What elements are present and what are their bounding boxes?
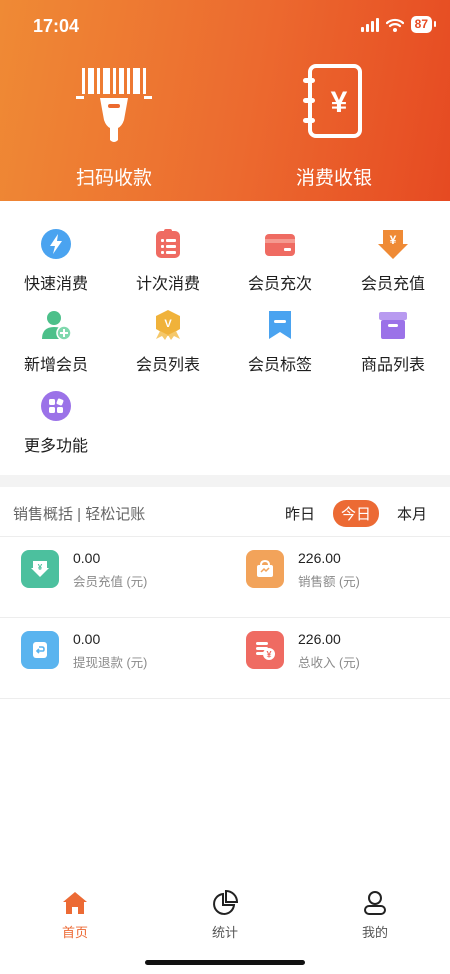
download-arrow-icon: ¥ <box>21 550 59 588</box>
status-indicators: 87 <box>360 16 437 33</box>
add-user-icon <box>42 311 72 341</box>
stat-value: 0.00 <box>73 631 101 647</box>
stat-label: 会员充值 (元) <box>73 575 148 589</box>
consume-cashier-button[interactable]: ¥ 消费收银 <box>254 62 414 190</box>
stats-row: ¥ 0.00 会员充值 (元) 226.00 销售额 (元) <box>0 537 450 618</box>
tab-statistics[interactable]: 统计 <box>185 890 265 941</box>
tab-mine[interactable]: 我的 <box>335 890 415 941</box>
menu-item-label: 会员列表 <box>135 357 200 374</box>
bookmark-icon <box>269 311 291 339</box>
svg-text:¥: ¥ <box>331 86 348 119</box>
svg-text:V: V <box>164 318 172 330</box>
tab-label: 统计 <box>211 925 238 940</box>
scan-payment-button[interactable]: 扫码收款 <box>34 62 194 190</box>
tab-label: 首页 <box>61 925 88 940</box>
header-banner: 17:04 87 扫码收款 ¥ 消费收银 <box>0 0 450 201</box>
shopping-bag-icon <box>246 550 284 588</box>
clipboard-list-icon <box>156 229 180 258</box>
menu-item-member-topup[interactable]: ¥ 会员充值 <box>337 228 449 294</box>
menu-item-more-functions[interactable]: 更多功能 <box>0 390 112 456</box>
range-tab-today[interactable]: 今日 <box>332 500 379 527</box>
svg-text:¥: ¥ <box>38 563 43 572</box>
status-bar: 17:04 87 <box>0 0 450 54</box>
menu-item-add-member[interactable]: 新增会员 <box>0 309 112 375</box>
consume-cashier-label: 消费收银 <box>295 168 372 189</box>
sales-summary-title: 销售概括 | 轻松记账 <box>13 506 146 523</box>
barcode-scanner-icon <box>76 68 152 142</box>
apps-grid-icon <box>41 391 71 421</box>
status-time: 17:04 <box>33 16 80 36</box>
card-icon <box>265 234 295 256</box>
date-range-tabs: 昨日 今日 本月 <box>277 500 435 527</box>
menu-item-label: 快速消费 <box>23 276 88 293</box>
sales-summary-header: 销售概括 | 轻松记账 昨日 今日 本月 <box>0 487 450 537</box>
svg-text:¥: ¥ <box>266 650 271 660</box>
cellular-signal-icon <box>360 17 379 32</box>
stat-label: 提现退款 (元) <box>73 656 148 670</box>
range-tab-this-month[interactable]: 本月 <box>389 500 435 527</box>
menu-item-product-list[interactable]: 商品列表 <box>337 309 449 375</box>
menu-item-label: 计次消费 <box>135 276 200 293</box>
menu-item-label: 会员标签 <box>247 357 312 374</box>
menu-item-count-consume[interactable]: 计次消费 <box>112 228 224 294</box>
stat-value: 226.00 <box>298 550 341 566</box>
yen-ledger-icon: ¥ <box>303 64 362 138</box>
archive-box-icon <box>379 312 407 339</box>
stat-total-income[interactable]: ¥ 226.00 总收入 (元) <box>246 631 360 671</box>
menu-item-label: 更多功能 <box>23 438 88 455</box>
stat-label: 销售额 (元) <box>298 575 360 589</box>
home-icon <box>63 892 87 914</box>
tab-home[interactable]: 首页 <box>35 890 115 941</box>
menu-item-label: 商品列表 <box>360 357 425 374</box>
menu-item-member-recharge-count[interactable]: 会员充次 <box>224 228 336 294</box>
stat-member-recharge[interactable]: ¥ 0.00 会员充值 (元) <box>21 550 147 590</box>
menu-item-label: 会员充次 <box>247 276 312 293</box>
home-indicator[interactable] <box>145 960 305 965</box>
yen-down-arrow-icon: ¥ <box>378 230 408 259</box>
stats-row: 0.00 提现退款 (元) ¥ 226.00 总收入 (元) <box>0 618 450 699</box>
stat-value: 0.00 <box>73 550 101 566</box>
tab-label: 我的 <box>361 925 388 940</box>
menu-item-member-tags[interactable]: 会员标签 <box>224 309 336 375</box>
menu-item-label: 会员充值 <box>360 276 425 293</box>
lightning-icon <box>41 229 71 259</box>
vip-badge-icon: V <box>156 310 180 340</box>
range-tab-yesterday[interactable]: 昨日 <box>277 500 323 527</box>
scan-payment-label: 扫码收款 <box>75 168 152 189</box>
stat-label: 总收入 (元) <box>298 656 360 670</box>
menu-item-member-list[interactable]: V 会员列表 <box>112 309 224 375</box>
stat-value: 226.00 <box>298 631 341 647</box>
refund-icon <box>21 631 59 669</box>
section-divider <box>0 475 450 487</box>
stat-withdraw-refund[interactable]: 0.00 提现退款 (元) <box>21 631 147 671</box>
svg-text:¥: ¥ <box>390 233 397 247</box>
pie-chart-icon <box>213 890 238 915</box>
stat-sales-amount[interactable]: 226.00 销售额 (元) <box>246 550 360 590</box>
wifi-icon <box>385 18 404 32</box>
menu-item-label: 新增会员 <box>23 357 88 374</box>
user-icon <box>364 891 386 915</box>
coins-yen-icon: ¥ <box>246 631 284 669</box>
menu-item-quick-consume[interactable]: 快速消费 <box>0 228 112 294</box>
battery-icon: 87 <box>410 16 437 33</box>
